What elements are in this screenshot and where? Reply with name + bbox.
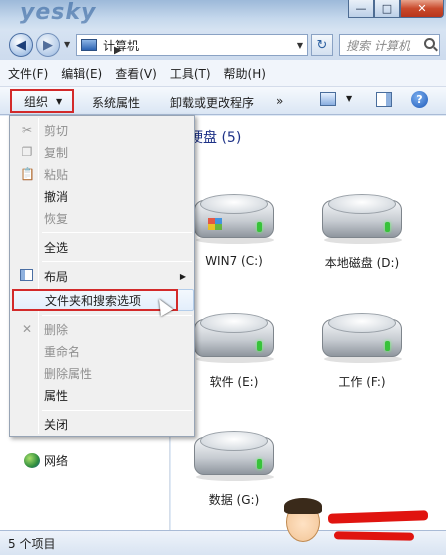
menu-item-label: 布局 xyxy=(44,269,69,284)
highlight-outline xyxy=(12,289,178,311)
layout-icon xyxy=(20,269,33,281)
menu-separator xyxy=(42,232,192,233)
forward-button[interactable]: ▶ xyxy=(36,33,60,57)
recent-pages-dropdown[interactable]: ▼ xyxy=(64,40,70,49)
menu-item-close[interactable]: 关闭 xyxy=(12,413,194,435)
menu-separator xyxy=(42,315,192,316)
drive-label: 软件 (E:) xyxy=(209,375,259,389)
menu-item-label: 全选 xyxy=(44,240,69,255)
hard-drive-icon xyxy=(318,311,406,367)
menu-file[interactable]: 文件(F) xyxy=(8,65,48,82)
view-options-dropdown-icon[interactable]: ▼ xyxy=(346,94,352,103)
drive-label: WIN7 (C:) xyxy=(205,254,263,268)
menu-help[interactable]: 帮助(H) xyxy=(224,65,266,82)
network-icon xyxy=(24,453,40,468)
menu-item-label: 属性 xyxy=(44,388,69,403)
menu-item-redo[interactable]: 恢复 xyxy=(12,207,194,229)
menu-view[interactable]: 查看(V) xyxy=(115,65,157,82)
system-properties-button[interactable]: 系统属性 xyxy=(92,94,140,111)
hard-drive-icon xyxy=(190,311,278,367)
menu-item-delete[interactable]: ✕ 删除 xyxy=(12,318,194,340)
address-row: ◀ ▶ ▼ ▶ 计算机 ▶ ▼ ↻ 搜索 计算机 xyxy=(0,30,446,60)
menu-separator xyxy=(42,261,192,262)
menu-separator xyxy=(42,410,192,411)
breadcrumb-separator-icon[interactable]: ▶ xyxy=(114,44,264,56)
menu-item-paste[interactable]: 📋 粘贴 xyxy=(12,163,194,185)
menu-item-label: 重命名 xyxy=(44,344,81,359)
drive-item[interactable]: 软件 (E:) xyxy=(179,311,289,390)
menu-item-cut[interactable]: ✂ 剪切 xyxy=(12,119,194,141)
computer-icon xyxy=(81,39,97,51)
drive-label: 本地磁盘 (D:) xyxy=(324,256,400,270)
drive-item[interactable]: WIN7 (C:) xyxy=(179,192,289,268)
menu-item-select-all[interactable]: 全选 xyxy=(12,236,194,258)
scissors-icon: ✂ xyxy=(21,123,33,137)
search-input[interactable]: 搜索 计算机 xyxy=(339,34,440,56)
menu-item-label: 撤消 xyxy=(44,189,69,204)
drive-item[interactable]: 工作 (F:) xyxy=(307,311,417,390)
search-placeholder: 搜索 计算机 xyxy=(346,38,410,53)
uninstall-program-button[interactable]: 卸载或更改程序 xyxy=(170,94,254,111)
drive-label: 数据 (G:) xyxy=(208,493,260,507)
content-pane: 硬盘 (5) WIN7 (C:) 本地磁盘 (D:) 软件 (E:) 工作 (F… xyxy=(171,116,446,530)
menu-item-properties[interactable]: 属性 xyxy=(12,384,194,406)
refresh-button[interactable]: ↻ xyxy=(311,34,333,56)
nav-item-label: 网络 xyxy=(44,454,69,468)
maximize-button[interactable]: □ xyxy=(374,0,400,18)
drive-item[interactable]: 数据 (G:) xyxy=(179,429,289,508)
hard-drive-icon xyxy=(190,429,278,485)
address-dropdown-icon[interactable]: ▼ xyxy=(297,41,303,50)
more-commands-button[interactable]: » xyxy=(276,94,283,108)
menu-bar: 文件(F) 编辑(E) 查看(V) 工具(T) 帮助(H) xyxy=(0,60,446,87)
menu-item-label: 复制 xyxy=(44,145,69,160)
caption-buttons: — □ ✕ xyxy=(348,0,444,18)
nav-item-network[interactable]: 网络 xyxy=(24,452,68,469)
organize-label: 组织 xyxy=(24,94,49,109)
change-view-icon[interactable] xyxy=(320,92,336,106)
menu-item-rename[interactable]: 重命名 xyxy=(12,340,194,362)
watermark-logo: yesky xyxy=(20,0,97,25)
menu-tools[interactable]: 工具(T) xyxy=(170,65,211,82)
command-bar: 组织 ▼ 系统属性 卸载或更改程序 » ▼ ? xyxy=(0,87,446,115)
menu-item-label: 关闭 xyxy=(44,417,69,432)
organize-menu: ✂ 剪切 ❐ 复制 📋 粘贴 撤消 恢复 全选 布局 ▶ 文件夹和搜索选项 ✕ … xyxy=(9,115,195,437)
menu-item-label: 粘贴 xyxy=(44,167,69,182)
menu-item-undo[interactable]: 撤消 xyxy=(12,185,194,207)
menu-item-remove-properties[interactable]: 删除属性 xyxy=(12,362,194,384)
item-count: 5 个项目 xyxy=(8,536,56,551)
help-icon[interactable]: ? xyxy=(411,91,428,108)
hard-drive-icon xyxy=(190,192,278,248)
back-button[interactable]: ◀ xyxy=(9,33,33,57)
hard-drive-icon xyxy=(318,192,406,248)
menu-edit[interactable]: 编辑(E) xyxy=(61,65,102,82)
preview-pane-icon[interactable] xyxy=(376,92,392,107)
windows-logo-icon xyxy=(208,218,222,230)
watermark-stamp xyxy=(282,498,442,553)
menu-item-label: 剪切 xyxy=(44,123,69,138)
submenu-arrow-icon: ▶ xyxy=(179,271,186,281)
title-bar: yesky — □ ✕ xyxy=(0,0,446,30)
clipboard-icon: 📋 xyxy=(20,167,35,181)
menu-item-label: 恢复 xyxy=(44,211,69,226)
menu-item-copy[interactable]: ❐ 复制 xyxy=(12,141,194,163)
chevron-down-icon: ▼ xyxy=(56,96,63,106)
delete-x-icon: ✕ xyxy=(21,322,33,336)
search-icon[interactable] xyxy=(424,38,435,49)
menu-item-label: 删除 xyxy=(44,322,69,337)
address-bar[interactable]: ▶ 计算机 ▶ ▼ xyxy=(76,34,308,56)
close-button[interactable]: ✕ xyxy=(400,0,444,18)
menu-item-label: 删除属性 xyxy=(44,366,93,381)
section-title: 硬盘 (5) xyxy=(189,130,242,146)
menu-item-layout[interactable]: 布局 ▶ xyxy=(12,265,194,287)
drive-label: 工作 (F:) xyxy=(338,375,386,389)
copy-icon: ❐ xyxy=(21,145,33,159)
organize-button[interactable]: 组织 ▼ xyxy=(10,89,74,113)
drive-item[interactable]: 本地磁盘 (D:) xyxy=(307,192,417,271)
minimize-button[interactable]: — xyxy=(348,0,374,18)
